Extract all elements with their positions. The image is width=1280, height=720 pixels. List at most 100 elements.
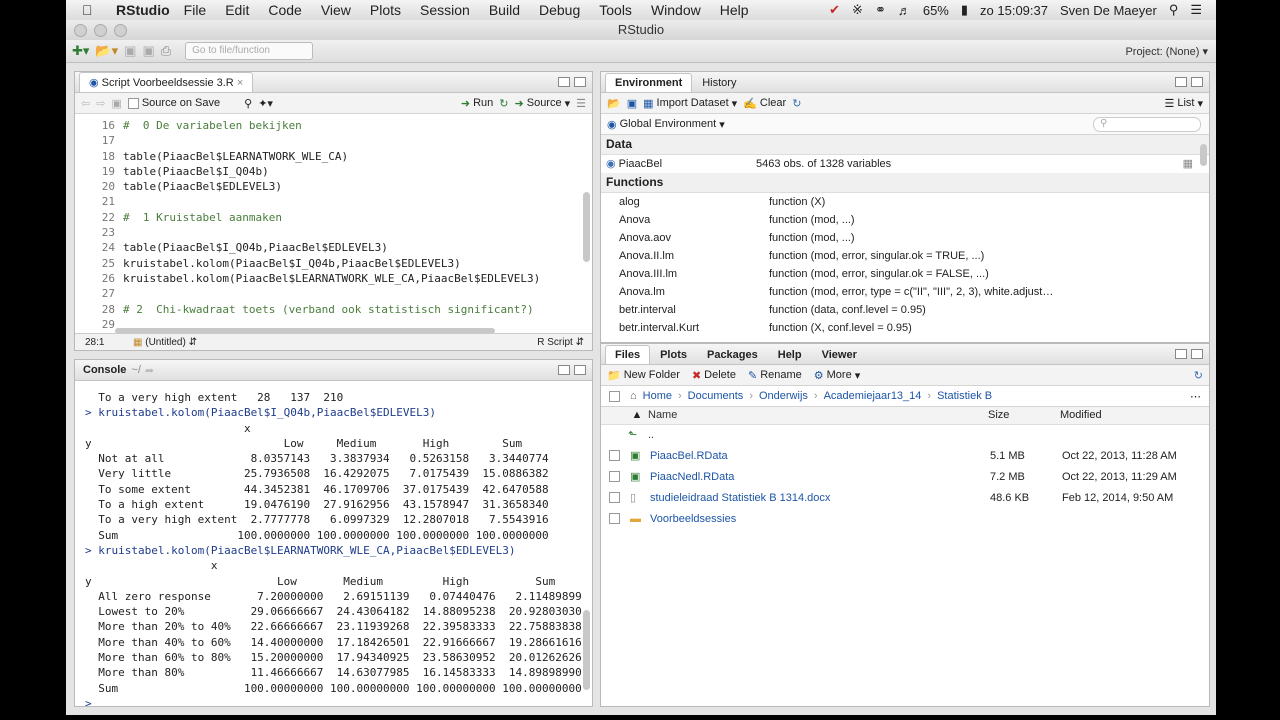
crumb-home[interactable]: Home bbox=[643, 390, 672, 402]
file-name[interactable]: PiaacBel.RData bbox=[650, 446, 990, 466]
menu-tools[interactable]: Tools bbox=[599, 2, 632, 18]
back-icon[interactable]: ⇦ bbox=[81, 97, 90, 110]
col-name[interactable]: Name bbox=[648, 407, 988, 424]
env-scope-menu[interactable]: ◉ Global Environment ▾ bbox=[607, 118, 725, 131]
minimize-files-button[interactable] bbox=[1175, 349, 1187, 359]
refresh-env-icon[interactable]: ↻ bbox=[792, 97, 801, 110]
list-icon[interactable]: ☰ bbox=[1190, 2, 1202, 18]
col-size[interactable]: Size bbox=[988, 407, 1060, 424]
minimize-window-button[interactable] bbox=[94, 24, 107, 37]
crumb-onderwijs[interactable]: Onderwijs bbox=[759, 390, 808, 402]
bluetooth-icon[interactable]: ※ bbox=[852, 2, 863, 18]
editor-vscroll[interactable] bbox=[583, 192, 590, 262]
app-menu[interactable]: RStudio bbox=[116, 2, 170, 18]
parent-dir-label[interactable]: .. bbox=[648, 425, 988, 445]
crumb-statistiek[interactable]: Statistiek B bbox=[937, 390, 992, 402]
home-icon[interactable]: ⌂ bbox=[630, 390, 637, 402]
wifi-icon[interactable]: ⚭ bbox=[875, 2, 886, 18]
search-icon[interactable]: ⚲ bbox=[1169, 2, 1179, 18]
env-function-row[interactable]: betr.interval function (data, conf.level … bbox=[601, 301, 1209, 319]
more-options-icon[interactable]: ⋯ bbox=[1190, 390, 1201, 403]
tab-help[interactable]: Help bbox=[768, 345, 812, 364]
clear-button[interactable]: ✍ Clear bbox=[743, 97, 786, 110]
tab-environment[interactable]: Environment bbox=[605, 73, 693, 92]
volume-icon[interactable]: ♬ bbox=[898, 3, 911, 18]
maximize-console-button[interactable] bbox=[574, 365, 586, 375]
file-checkbox[interactable] bbox=[609, 471, 620, 482]
print-icon[interactable]: ⎙ bbox=[161, 43, 171, 59]
refresh-files-icon[interactable]: ↻ bbox=[1194, 369, 1203, 382]
menu-code[interactable]: Code bbox=[268, 2, 301, 18]
minimize-pane-button[interactable] bbox=[558, 77, 570, 87]
menu-view[interactable]: View bbox=[321, 2, 351, 18]
maximize-env-button[interactable] bbox=[1191, 77, 1203, 87]
env-vscroll[interactable] bbox=[1200, 144, 1207, 166]
view-mode-menu[interactable]: ☰ List ▾ bbox=[1164, 97, 1203, 110]
more-button[interactable]: ⚙ More ▾ bbox=[814, 369, 860, 382]
close-tab-icon[interactable]: × bbox=[237, 77, 243, 89]
save-script-icon[interactable]: ▣ bbox=[111, 97, 121, 110]
zoom-window-button[interactable] bbox=[114, 24, 127, 37]
file-row[interactable]: ▯ studieleidraad Statistiek B 1314.docx 48… bbox=[601, 487, 1209, 508]
menu-build[interactable]: Build bbox=[489, 2, 520, 18]
source-button[interactable]: ➜ Source ▾ bbox=[515, 97, 571, 110]
menu-debug[interactable]: Debug bbox=[539, 2, 580, 18]
crumb-documents[interactable]: Documents bbox=[688, 390, 744, 402]
new-folder-button[interactable]: 📁 New Folder bbox=[607, 369, 680, 382]
tab-history[interactable]: History bbox=[692, 73, 746, 92]
file-row[interactable]: ▬ Voorbeeldsessies bbox=[601, 508, 1209, 529]
select-all-checkbox[interactable] bbox=[609, 390, 620, 402]
save-all-icon[interactable]: ▣ bbox=[142, 43, 154, 59]
tab-packages[interactable]: Packages bbox=[697, 345, 768, 364]
env-function-row[interactable]: Anova.III.lm function (mod, error, singul… bbox=[601, 265, 1209, 283]
open-file-icon[interactable]: 📂▾ bbox=[95, 43, 118, 59]
col-modified[interactable]: Modified bbox=[1060, 407, 1209, 424]
tab-viewer[interactable]: Viewer bbox=[812, 345, 867, 364]
env-function-row[interactable]: Anova.lm function (mod, error, type = c("… bbox=[601, 283, 1209, 301]
outline-icon[interactable]: ☰ bbox=[576, 97, 586, 110]
dataframe-icon[interactable]: ◉ bbox=[606, 158, 619, 170]
console-vscroll[interactable] bbox=[583, 610, 590, 690]
source-on-save-checkbox[interactable]: Source on Save bbox=[127, 97, 220, 109]
new-file-icon[interactable]: ✚▾ bbox=[72, 43, 89, 59]
minimize-env-button[interactable] bbox=[1175, 77, 1187, 87]
run-button[interactable]: ➜ Run bbox=[461, 97, 493, 110]
save-icon[interactable]: ▣ bbox=[124, 43, 136, 59]
forward-icon[interactable]: ⇨ bbox=[96, 97, 105, 110]
menu-edit[interactable]: Edit bbox=[225, 2, 249, 18]
tab-script[interactable]: ◉ Script Voorbeeldsessie 3.R × bbox=[79, 72, 254, 92]
env-function-row[interactable]: Anova.aov function (mod, ...) bbox=[601, 229, 1209, 247]
file-row[interactable]: ▣ PiaacNedl.RData 7.2 MB Oct 22, 2013, 11:2… bbox=[601, 466, 1209, 487]
file-checkbox[interactable] bbox=[609, 492, 620, 503]
menu-session[interactable]: Session bbox=[420, 2, 470, 18]
env-function-row[interactable]: Anova.II.lm function (mod, error, singula… bbox=[601, 247, 1209, 265]
table-view-icon[interactable]: ▦ bbox=[1183, 155, 1193, 173]
menu-file[interactable]: File bbox=[184, 2, 207, 18]
filetype-selector[interactable]: R Script ⇵ bbox=[537, 337, 584, 348]
env-function-row[interactable]: betr.interval.Kurt function (X, conf.leve… bbox=[601, 319, 1209, 337]
console-output[interactable]: To a very high extent 28 137 210 > kruist… bbox=[85, 390, 582, 706]
menu-plots[interactable]: Plots bbox=[370, 2, 401, 18]
env-data-row[interactable]: ◉ PiaacBel 5463 obs. of 1328 variables ▦ bbox=[601, 155, 1209, 173]
load-workspace-icon[interactable]: 📂 bbox=[607, 97, 621, 110]
file-checkbox[interactable] bbox=[609, 513, 620, 524]
find-icon[interactable]: ⚲ bbox=[244, 97, 252, 110]
tab-files[interactable]: Files bbox=[605, 345, 651, 364]
parent-dir-row[interactable]: ⬑ .. bbox=[601, 425, 1209, 445]
menu-help[interactable]: Help bbox=[720, 2, 749, 18]
battery-level[interactable]: 65% bbox=[923, 3, 949, 18]
rename-button[interactable]: ✎ Rename bbox=[748, 369, 802, 382]
code-area[interactable]: 16 # 0 De variabelen bekijken 17 18 table(Pi… bbox=[75, 118, 578, 346]
file-name[interactable]: studieleidraad Statistiek B 1314.docx bbox=[650, 488, 990, 508]
env-function-row[interactable]: alog function (X) bbox=[601, 193, 1209, 211]
env-search-input[interactable]: ⚲ bbox=[1093, 116, 1201, 132]
menu-window[interactable]: Window bbox=[651, 2, 701, 18]
clock[interactable]: zo 15:09:37 bbox=[980, 3, 1048, 18]
scope-selector[interactable]: ▦ (Untitled) ⇵ bbox=[133, 337, 197, 348]
goto-file-input[interactable]: Go to file/function bbox=[185, 42, 314, 60]
project-menu[interactable]: Project: (None) ▾ bbox=[1125, 45, 1208, 58]
apple-icon[interactable]:  bbox=[82, 2, 104, 18]
maximize-files-button[interactable] bbox=[1191, 349, 1203, 359]
tab-plots[interactable]: Plots bbox=[650, 345, 697, 364]
rerun-icon[interactable]: ↻ bbox=[499, 97, 508, 110]
